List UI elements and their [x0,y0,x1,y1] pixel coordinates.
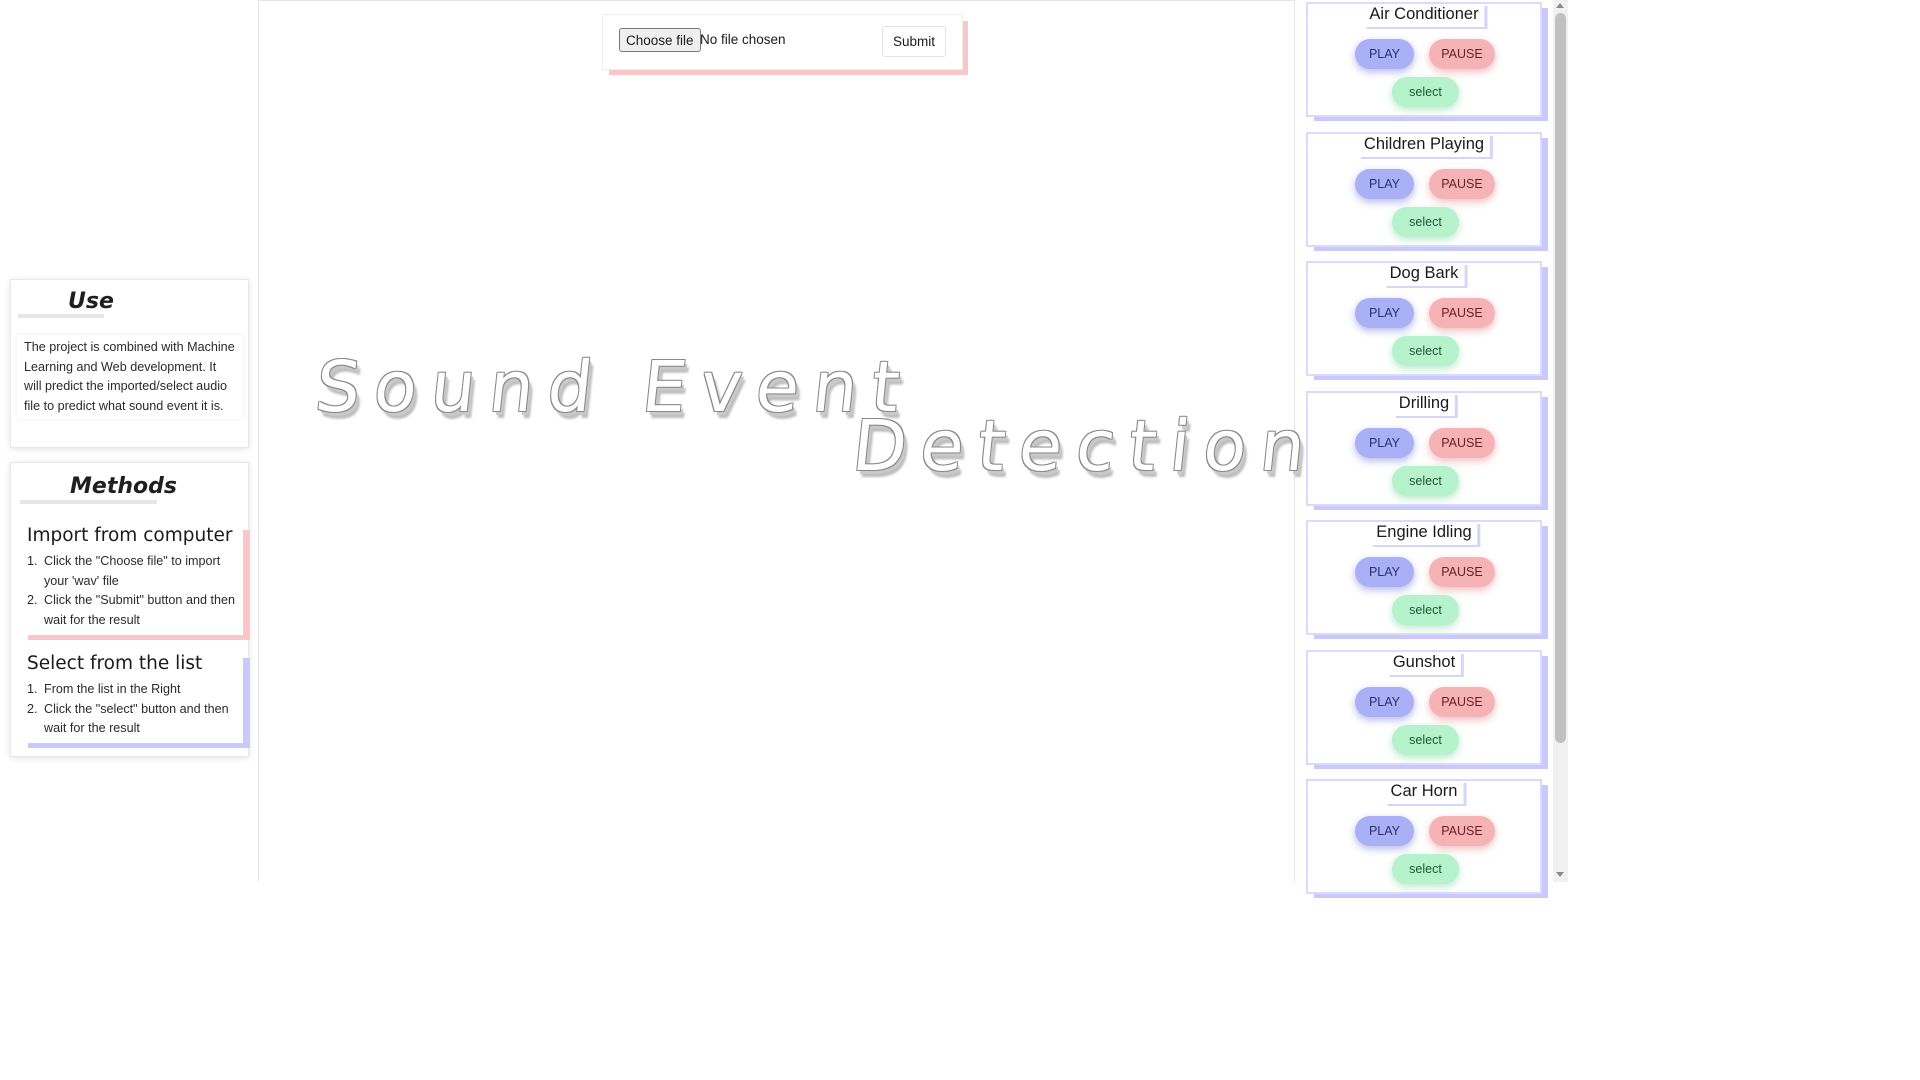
file-status-text: No file chosen [700,32,786,47]
step-number: 1. [27,554,38,568]
pause-button[interactable]: PAUSE [1429,298,1495,328]
choose-file-button[interactable]: Choose file [619,28,701,52]
sound-title: Children Playing [1357,134,1491,157]
upload-form: Choose file No file chosen Submit [602,14,963,70]
pause-button[interactable]: PAUSE [1429,687,1495,717]
method-heading: Import from computer [27,525,233,546]
sound-card-engine-idling: Engine Idling PLAY PAUSE select [1306,520,1542,635]
sound-card-drilling: Drilling PLAY PAUSE select [1306,391,1542,506]
select-button[interactable]: select [1392,725,1459,755]
use-title-underline [18,314,104,318]
play-button[interactable]: PLAY [1355,298,1414,328]
method-step: 1. From the list in the Right [27,680,237,700]
main-panel: Choose file No file chosen Submit Sound … [259,0,1323,882]
select-button[interactable]: select [1392,336,1459,366]
method-step: 2. Click the "Submit" button and then wai… [27,591,237,630]
methods-title-underline [20,500,157,504]
submit-button[interactable]: Submit [882,26,947,57]
scroll-down-arrow-icon[interactable] [1556,872,1564,877]
method-steps: 1. From the list in the Right 2. Click the… [27,680,237,739]
play-button[interactable]: PLAY [1355,39,1414,69]
pause-button[interactable]: PAUSE [1429,816,1495,846]
select-button[interactable]: select [1392,207,1459,237]
method-import-from-computer: Import from computer 1. Click the "Choose… [19,523,243,635]
sound-card-children-playing: Children Playing PLAY PAUSE select [1306,132,1542,247]
hero-title-line-1: Sound Event [311,346,918,428]
use-title: Use [68,289,114,314]
page: Use The project is combined with Machine… [0,0,1568,894]
step-text: Click the "select" button and then wait … [44,701,229,736]
sound-card-car-horn: Car Horn PLAY PAUSE select [1306,779,1542,894]
play-button[interactable]: PLAY [1355,428,1414,458]
select-button[interactable]: select [1392,854,1459,884]
pause-button[interactable]: PAUSE [1429,39,1495,69]
method-step: 2. Click the "select" button and then wai… [27,700,237,739]
hero-title-line-2: Detection [848,405,1324,487]
select-button[interactable]: select [1392,77,1459,107]
step-text: From the list in the Right [44,682,181,696]
pause-button[interactable]: PAUSE [1429,557,1495,587]
scrollbar-thumb[interactable] [1555,13,1566,743]
sound-title: Air Conditioner [1363,4,1485,27]
step-text: Click the "Submit" button and then wait … [44,593,235,627]
sound-card-dog-bark: Dog Bark PLAY PAUSE select [1306,261,1542,376]
info-sidebar: Use The project is combined with Machine… [0,0,259,882]
step-number: 2. [27,701,38,716]
sound-card-gunshot: Gunshot PLAY PAUSE select [1306,650,1542,765]
play-button[interactable]: PLAY [1355,557,1414,587]
sound-title: Engine Idling [1370,522,1478,545]
sound-list: Air Conditioner PLAY PAUSE select Childr… [1295,0,1553,894]
step-text: Click the "Choose file" to import your '… [44,554,221,588]
sound-title: Car Horn [1384,781,1464,804]
select-button[interactable]: select [1392,595,1459,625]
pause-button[interactable]: PAUSE [1429,169,1495,199]
use-description: The project is combined with Machine Lea… [17,335,243,419]
sound-title: Drilling [1392,393,1456,416]
pause-button[interactable]: PAUSE [1429,428,1495,458]
step-number: 2. [27,593,38,608]
sound-card-air-conditioner: Air Conditioner PLAY PAUSE select [1306,2,1542,117]
play-button[interactable]: PLAY [1355,687,1414,717]
method-select-from-list: Select from the list 1. From the list in … [19,651,243,743]
scroll-up-arrow-icon[interactable] [1556,3,1564,8]
method-steps: 1. Click the "Choose file" to import your… [27,552,237,630]
sound-title: Gunshot [1386,652,1462,675]
method-step: 1. Click the "Choose file" to import your… [27,552,237,591]
methods-title: Methods [70,474,177,499]
method-heading: Select from the list [27,653,203,674]
step-number: 1. [27,682,38,696]
play-button[interactable]: PLAY [1355,169,1414,199]
use-card: Use The project is combined with Machine… [10,279,249,448]
sound-title: Dog Bark [1383,263,1465,286]
play-button[interactable]: PLAY [1355,816,1414,846]
methods-card: Methods Import from computer 1. Click the… [10,462,249,757]
vertical-scrollbar[interactable] [1553,0,1568,882]
select-button[interactable]: select [1392,466,1459,496]
